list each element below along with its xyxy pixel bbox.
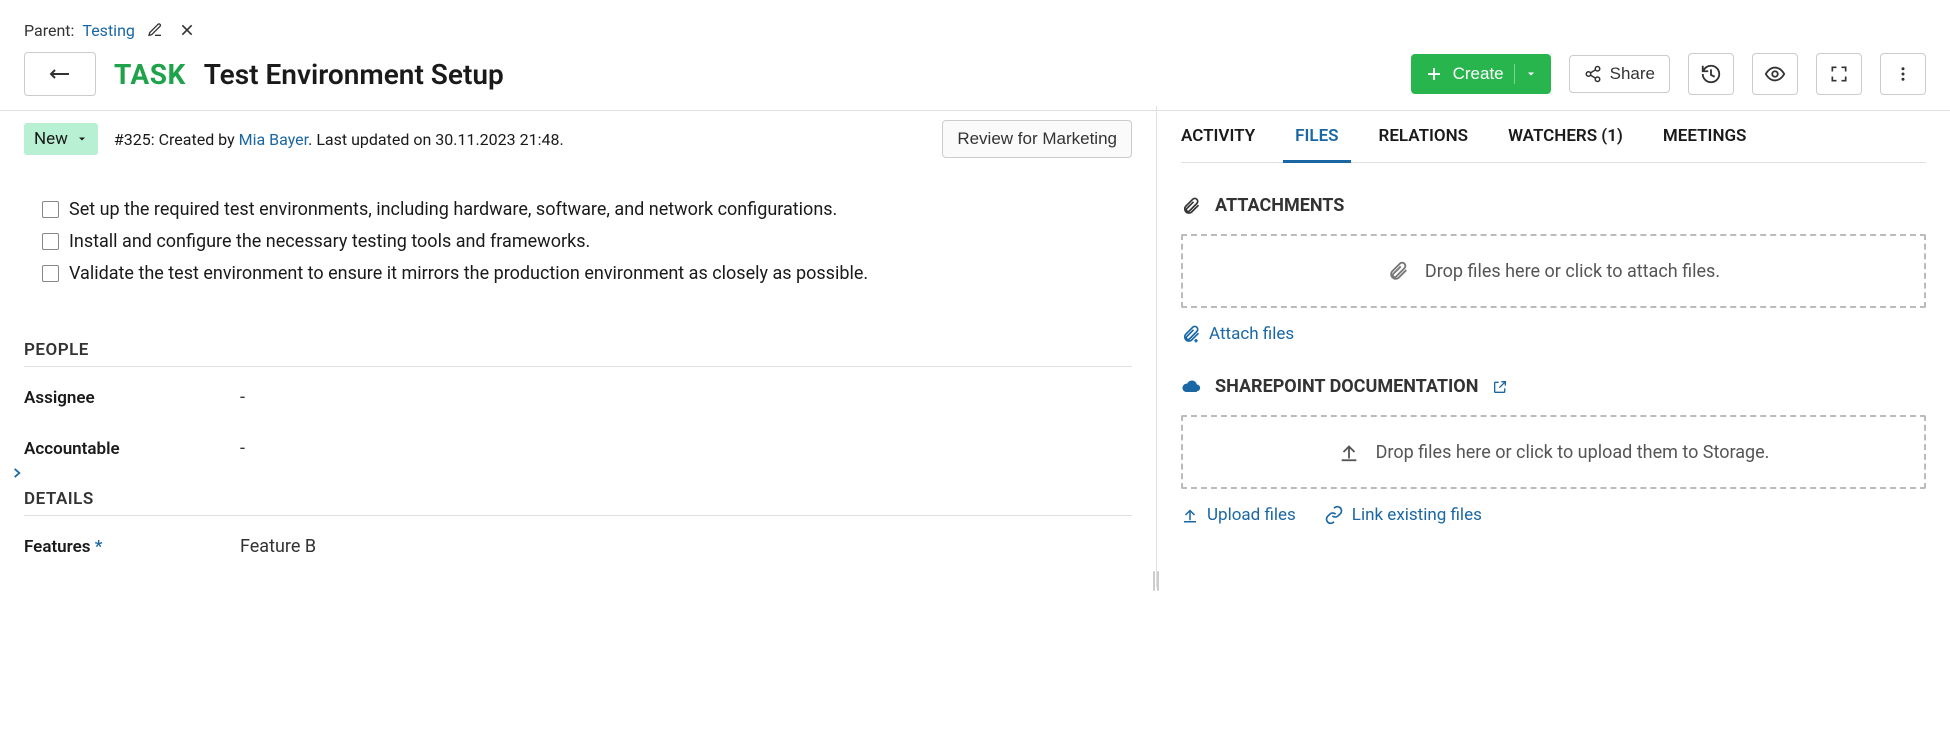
parent-label: Parent: <box>24 21 74 40</box>
features-label: Features * <box>24 537 240 557</box>
create-button-label: Create <box>1453 64 1504 84</box>
parent-link[interactable]: Testing <box>82 21 134 40</box>
tab-meetings[interactable]: MEETINGS <box>1663 114 1747 162</box>
side-tabs: ACTIVITY FILES RELATIONS WATCHERS (1) ME… <box>1181 114 1926 163</box>
divider <box>24 366 1132 367</box>
status-dropdown[interactable]: New <box>24 123 98 155</box>
create-button[interactable]: Create <box>1411 54 1551 94</box>
tab-files[interactable]: FILES <box>1295 114 1338 162</box>
attachments-heading: ATTACHMENTS <box>1181 195 1926 216</box>
page-title[interactable]: Test Environment Setup <box>204 58 504 91</box>
resize-handle[interactable] <box>1152 566 1160 596</box>
share-button-label: Share <box>1610 64 1655 84</box>
history-button[interactable] <box>1688 53 1734 95</box>
checkbox-icon[interactable] <box>42 201 59 218</box>
features-value: Feature B <box>240 536 316 557</box>
author-link[interactable]: Mia Bayer <box>239 130 309 149</box>
meta-suffix: . Last updated on 30.11.2023 21:48. <box>308 130 564 149</box>
assignee-field[interactable]: Assignee - <box>24 387 1132 408</box>
sharepoint-drop-text: Drop files here or click to upload them … <box>1376 442 1770 463</box>
checklist-text: Validate the test environment to ensure … <box>69 258 868 290</box>
divider <box>24 515 1132 516</box>
checkbox-icon[interactable] <box>42 265 59 282</box>
people-section-title: PEOPLE <box>24 340 1132 360</box>
review-button[interactable]: Review for Marketing <box>942 120 1132 158</box>
more-menu-button[interactable] <box>1880 53 1926 95</box>
back-button[interactable] <box>24 52 96 96</box>
accountable-field[interactable]: Accountable - <box>24 438 1132 459</box>
header-row: TASK Test Environment Setup Create Share <box>24 52 1926 96</box>
checklist-text: Install and configure the necessary test… <box>69 226 590 258</box>
attachments-dropzone[interactable]: Drop files here or click to attach files… <box>1181 234 1926 308</box>
upload-files-label: Upload files <box>1207 505 1296 525</box>
attachments-title: ATTACHMENTS <box>1215 195 1344 216</box>
status-label: New <box>34 129 68 149</box>
work-package-type: TASK <box>114 58 186 91</box>
tab-activity[interactable]: ACTIVITY <box>1181 114 1255 162</box>
fullscreen-button[interactable] <box>1816 53 1862 95</box>
checkbox-icon[interactable] <box>42 233 59 250</box>
link-existing-label: Link existing files <box>1352 505 1482 525</box>
attach-files-label: Attach files <box>1209 324 1294 344</box>
accountable-label: Accountable <box>24 439 240 459</box>
sharepoint-heading: SHAREPOINT DOCUMENTATION <box>1181 376 1926 397</box>
remove-parent-icon[interactable] <box>175 18 199 42</box>
tab-relations[interactable]: RELATIONS <box>1379 114 1469 162</box>
meta-prefix: #325: Created by <box>114 130 239 149</box>
collapse-handle-icon[interactable] <box>10 466 24 480</box>
upload-files-link[interactable]: Upload files <box>1181 505 1296 525</box>
features-field[interactable]: Features * Feature B <box>24 536 1132 557</box>
share-button[interactable]: Share <box>1569 55 1670 93</box>
checklist-text: Set up the required test environments, i… <box>69 194 837 226</box>
sharepoint-title: SHAREPOINT DOCUMENTATION <box>1215 376 1478 397</box>
accountable-value: - <box>240 438 245 459</box>
checklist-item: Install and configure the necessary test… <box>42 226 1132 258</box>
assignee-value: - <box>240 387 245 408</box>
tab-watchers[interactable]: WATCHERS (1) <box>1508 114 1623 162</box>
meta-text: #325: Created by Mia Bayer. Last updated… <box>114 130 564 149</box>
parent-breadcrumb: Parent: Testing <box>24 18 1926 42</box>
attachments-drop-text: Drop files here or click to attach files… <box>1425 261 1720 282</box>
external-link-icon[interactable] <box>1492 379 1508 395</box>
details-section-title: DETAILS <box>24 489 1132 509</box>
assignee-label: Assignee <box>24 388 240 408</box>
edit-parent-icon[interactable] <box>143 18 167 42</box>
watch-button[interactable] <box>1752 53 1798 95</box>
description-checklist: Set up the required test environments, i… <box>24 194 1132 290</box>
checklist-item: Validate the test environment to ensure … <box>42 258 1132 290</box>
checklist-item: Set up the required test environments, i… <box>42 194 1132 226</box>
link-existing-files-link[interactable]: Link existing files <box>1324 505 1482 525</box>
attach-files-link[interactable]: Attach files <box>1181 324 1294 344</box>
sharepoint-dropzone[interactable]: Drop files here or click to upload them … <box>1181 415 1926 489</box>
